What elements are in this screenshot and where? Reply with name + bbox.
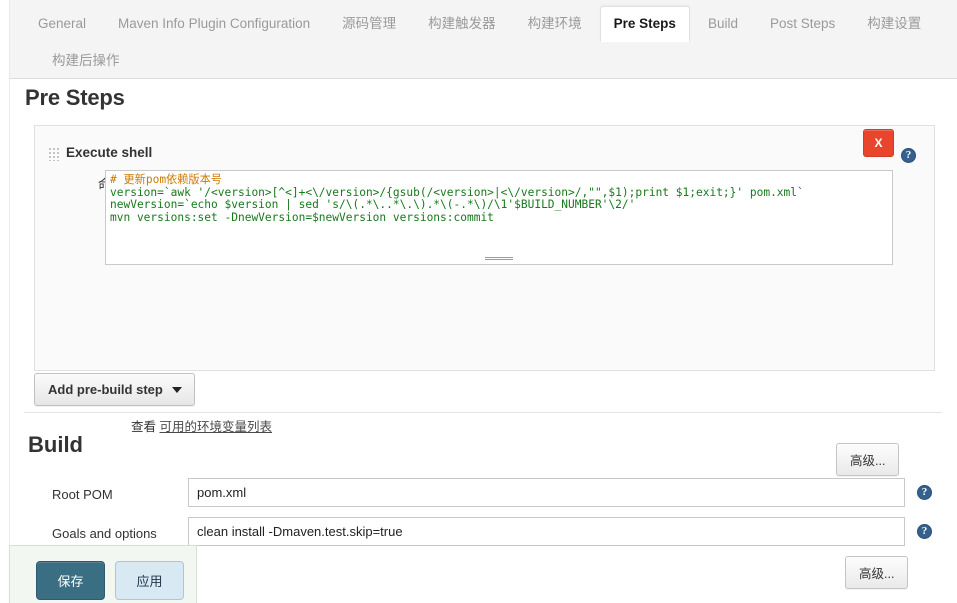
env-variables-hint: 查看 可用的环境变量列表 <box>131 416 272 435</box>
tab-build-environment[interactable]: 构建环境 <box>514 6 596 42</box>
tab-pre-steps[interactable]: Pre Steps <box>599 6 690 42</box>
help-icon[interactable]: ? <box>917 485 932 500</box>
apply-button[interactable]: 应用 <box>115 561 184 600</box>
command-script[interactable]: # 更新pom依赖版本号 version=`awk '/<version>[^<… <box>106 171 892 224</box>
script-line-comment: # 更新pom依赖版本号 <box>110 173 222 186</box>
help-icon[interactable]: ? <box>917 524 932 539</box>
add-pre-build-step-label: Add pre-build step <box>48 382 163 397</box>
delete-builder-button[interactable]: X <box>863 129 894 157</box>
tab-build[interactable]: Build <box>694 6 752 42</box>
tab-post-build-actions[interactable]: 构建后操作 <box>38 43 134 79</box>
editor-resize-handle[interactable] <box>485 256 513 261</box>
script-line-3: mvn versions:set -DnewVersion=$newVersio… <box>110 210 494 224</box>
config-tab-bar: General Maven Info Plugin Configuration … <box>9 0 957 79</box>
tab-list: General Maven Info Plugin Configuration … <box>10 0 957 79</box>
help-icon[interactable]: ? <box>901 148 916 163</box>
drag-handle-icon[interactable] <box>48 147 59 161</box>
tab-build-triggers[interactable]: 构建触发器 <box>414 6 510 42</box>
pre-steps-section-header: Pre Steps <box>9 85 957 111</box>
env-variables-link[interactable]: 可用的环境变量列表 <box>160 420 273 434</box>
root-pom-input[interactable] <box>188 478 905 507</box>
env-hint-text: 查看 <box>131 420 157 434</box>
tab-build-settings[interactable]: 构建设置 <box>853 6 935 42</box>
tab-list-row-2: 构建后操作 <box>24 43 957 79</box>
goals-and-options-label: Goals and options <box>52 526 157 541</box>
tab-source-code-management[interactable]: 源码管理 <box>328 6 410 42</box>
build-section-title: Build <box>28 432 83 457</box>
goals-and-options-input[interactable] <box>188 517 905 546</box>
builder-title: Execute shell <box>66 145 153 160</box>
script-line-1: version=`awk '/<version>[^<]+<\/version>… <box>110 185 804 199</box>
jenkins-job-config-page: General Maven Info Plugin Configuration … <box>0 0 957 603</box>
script-line-2: newVersion=`echo $version | sed 's/\(.*\… <box>110 198 636 212</box>
tab-general[interactable]: General <box>24 6 100 42</box>
chevron-down-icon <box>171 386 182 393</box>
command-editor[interactable]: # 更新pom依赖版本号 version=`awk '/<version>[^<… <box>105 170 893 265</box>
builder-advanced-button[interactable]: 高级... <box>836 443 900 476</box>
tab-maven-info-plugin-configuration[interactable]: Maven Info Plugin Configuration <box>104 6 324 42</box>
section-divider <box>24 412 942 413</box>
root-pom-row: Root POM ? <box>24 478 942 516</box>
form-action-bar: 保存 应用 <box>9 545 197 603</box>
root-pom-label: Root POM <box>52 487 113 502</box>
build-advanced-button[interactable]: 高级... <box>845 556 909 589</box>
tab-post-steps[interactable]: Post Steps <box>756 6 849 42</box>
add-pre-build-step-button[interactable]: Add pre-build step <box>34 373 195 406</box>
save-button[interactable]: 保存 <box>36 561 105 600</box>
execute-shell-builder: Execute shell X ? 命令 # 更新pom依赖版本号 versio… <box>34 125 935 476</box>
page-title: Pre Steps <box>25 85 125 110</box>
